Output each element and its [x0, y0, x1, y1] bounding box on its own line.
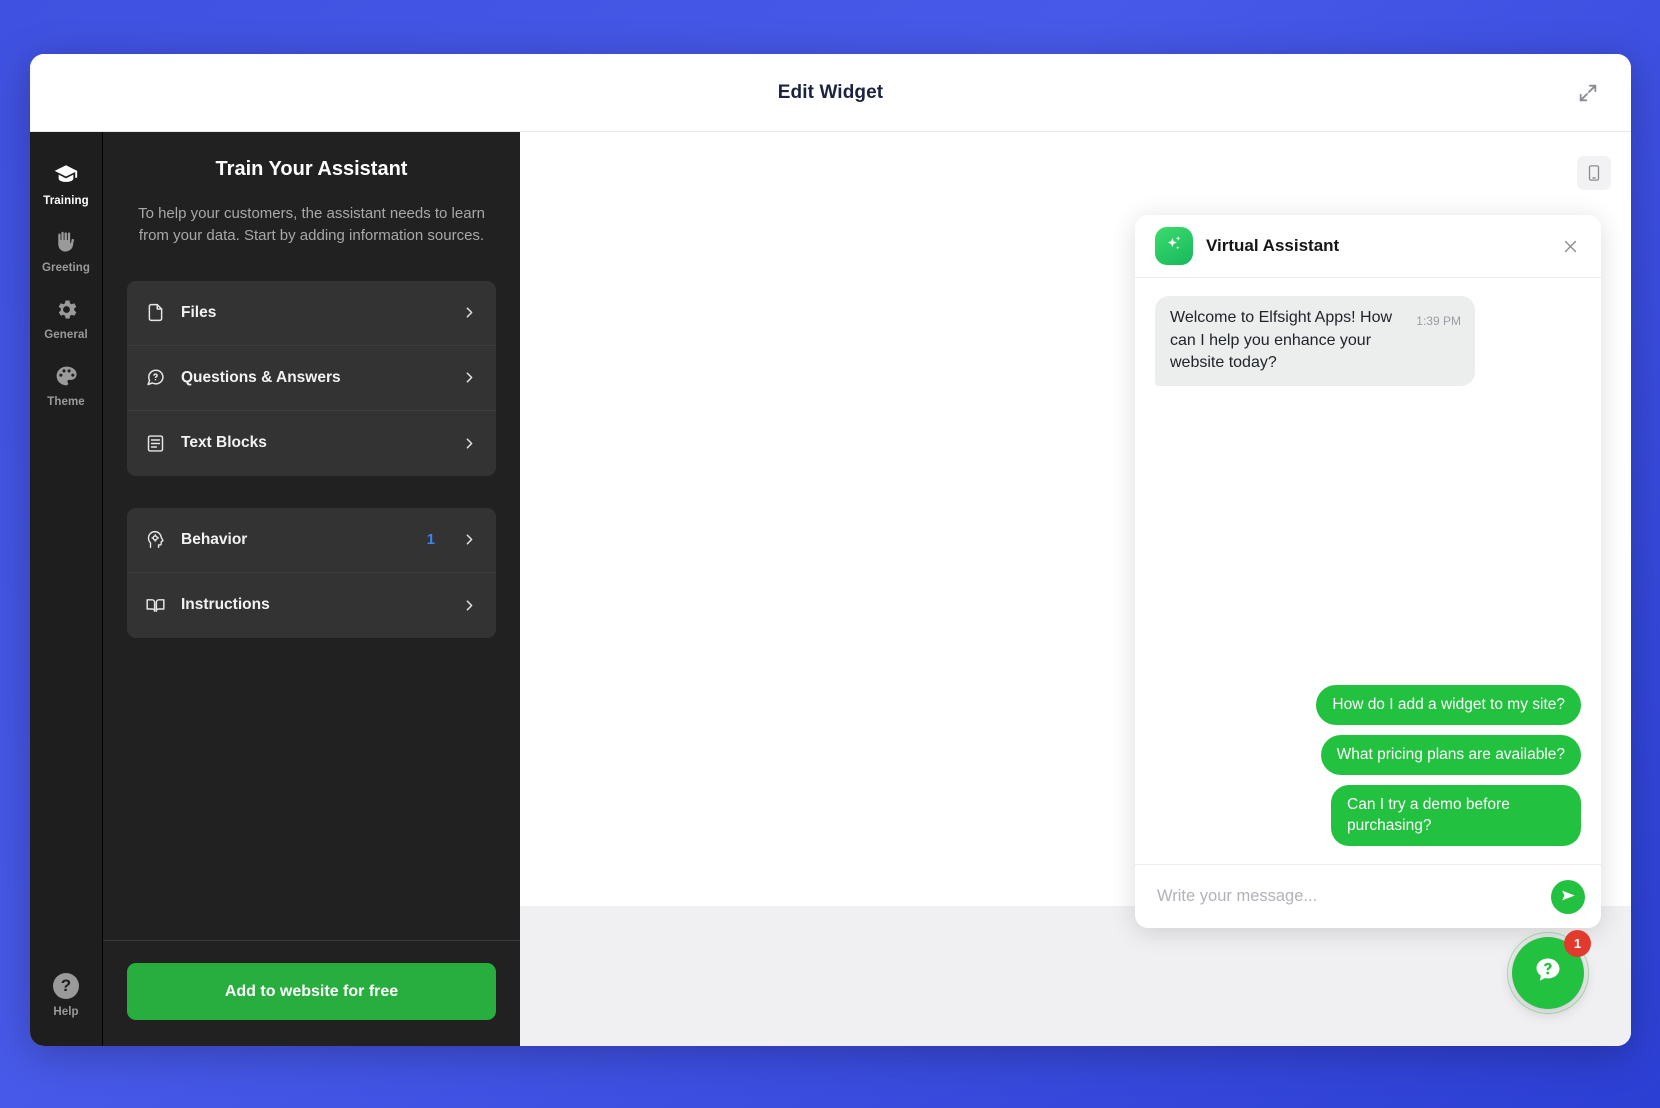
panel-description: To help your customers, the assistant ne… [138, 205, 485, 244]
chevron-right-icon [461, 435, 478, 452]
sidebar-item-label: Help [53, 1006, 79, 1018]
chat-header: Virtual Assistant [1135, 215, 1601, 278]
sidebar-item-general[interactable]: General [30, 284, 102, 351]
suggested-reply[interactable]: What pricing plans are available? [1320, 734, 1581, 775]
page-title: Edit Widget [777, 81, 884, 103]
row-text-blocks[interactable]: Text Blocks [127, 411, 496, 476]
panel-title: Train Your Assistant [215, 158, 408, 180]
sidebar-item-label: General [44, 329, 88, 341]
question-chat-icon [143, 366, 167, 390]
expand-arrows-icon[interactable] [1571, 76, 1605, 110]
graduation-cap-icon [53, 162, 79, 188]
open-book-icon [143, 593, 167, 617]
sources-group: Files Questions & Answers Text Blocks [127, 280, 496, 476]
text-block-icon [143, 431, 167, 455]
sparkle-icon [1163, 233, 1185, 260]
modal-body: Training Greeting General Theme ? Help T… [30, 132, 1631, 1046]
chevron-right-icon [461, 369, 478, 386]
row-count-badge: 1 [426, 531, 435, 548]
sidebar-item-training[interactable]: Training [30, 150, 102, 217]
row-files[interactable]: Files [127, 281, 496, 346]
close-icon[interactable] [1557, 233, 1583, 259]
bot-message-text: Welcome to Elfsight Apps! How can I help… [1170, 309, 1393, 372]
panel-scroll-area: Train Your Assistant To help your custom… [103, 132, 520, 940]
gear-icon [53, 296, 79, 322]
bot-message-bubble: 1:39 PM Welcome to Elfsight Apps! How ca… [1155, 296, 1475, 387]
launcher-unread-badge: 1 [1564, 930, 1591, 957]
row-behavior[interactable]: Behavior 1 [127, 508, 496, 573]
head-gear-icon [143, 528, 167, 552]
mobile-phone-icon[interactable] [1577, 156, 1611, 190]
suggested-replies: How do I add a widget to my site? What p… [1155, 685, 1581, 854]
question-speech-bubble-icon [1531, 954, 1565, 993]
chevron-right-icon [461, 531, 478, 548]
row-questions-answers[interactable]: Questions & Answers [127, 346, 496, 411]
waving-hand-icon [53, 229, 79, 255]
row-label: Instructions [181, 596, 270, 613]
chat-messages: 1:39 PM Welcome to Elfsight Apps! How ca… [1135, 278, 1601, 864]
palette-icon [53, 363, 79, 389]
sidebar-item-label: Training [43, 195, 89, 207]
sidebar-item-greeting[interactable]: Greeting [30, 217, 102, 284]
training-panel: Train Your Assistant To help your custom… [103, 132, 520, 1046]
message-input[interactable] [1157, 887, 1541, 906]
sidebar-item-theme[interactable]: Theme [30, 351, 102, 418]
row-label: Questions & Answers [181, 368, 341, 386]
question-circle-icon: ? [53, 973, 79, 999]
chat-input-row [1135, 864, 1601, 928]
send-paper-plane-icon [1560, 887, 1577, 907]
sidebar-item-label: Greeting [41, 262, 91, 274]
modal-header: Edit Widget [30, 54, 1631, 132]
assistant-name: Virtual Assistant [1206, 236, 1340, 255]
panel-footer: Add to website for free [103, 940, 520, 1046]
avatar [1155, 227, 1193, 265]
sidebar-item-label: Theme [47, 396, 85, 408]
chevron-right-icon [461, 304, 478, 321]
chat-launcher[interactable]: 1 [1507, 930, 1591, 1014]
send-button[interactable] [1551, 879, 1585, 914]
file-icon [143, 301, 167, 325]
chevron-right-icon [461, 597, 478, 614]
sidebar-item-help[interactable]: ? Help [30, 961, 102, 1046]
chat-window: Virtual Assistant 1:39 PM Welcome to Elf… [1135, 215, 1601, 928]
row-label: Text Blocks [181, 434, 267, 451]
row-instructions[interactable]: Instructions [127, 573, 496, 638]
widget-preview: Virtual Assistant 1:39 PM Welcome to Elf… [520, 132, 1631, 1046]
message-timestamp: 1:39 PM [1416, 314, 1461, 328]
edit-widget-modal: Edit Widget Training Greeting General Th… [30, 54, 1631, 1046]
behavior-group: Behavior 1 Instructions [127, 507, 496, 638]
suggested-reply[interactable]: How do I add a widget to my site? [1316, 685, 1581, 725]
suggested-reply[interactable]: Can I try a demo before purchasing? [1331, 784, 1581, 846]
sidebar-rail: Training Greeting General Theme ? Help [30, 132, 103, 1046]
add-to-website-button[interactable]: Add to website for free [127, 963, 496, 1020]
row-label: Files [181, 303, 217, 321]
row-label: Behavior [181, 530, 248, 548]
